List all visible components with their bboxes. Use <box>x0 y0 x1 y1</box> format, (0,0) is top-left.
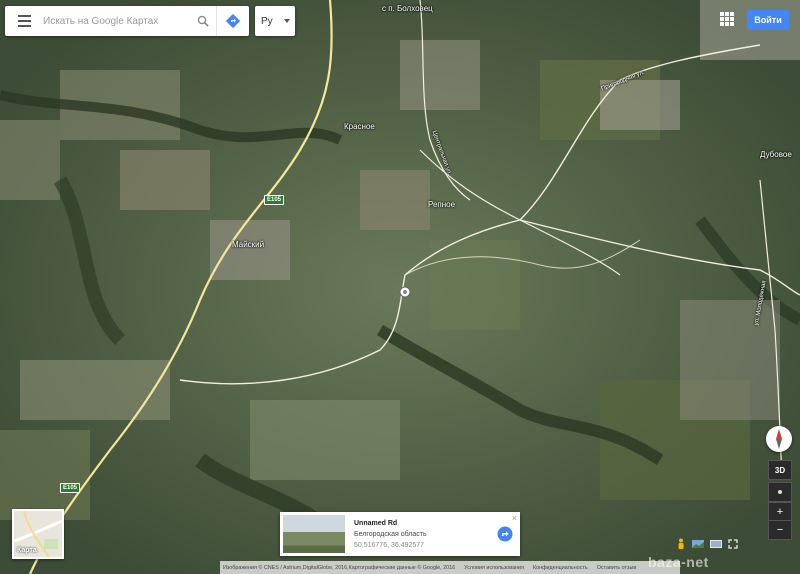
directions-icon[interactable] <box>490 519 520 549</box>
place-card: Unnamed Rd Белгородская область 50.51677… <box>280 512 520 556</box>
terms-link[interactable]: Условия использования <box>464 565 524 571</box>
menu-icon[interactable] <box>5 6 43 36</box>
expand-icon[interactable] <box>728 539 738 549</box>
watermark: baza-net <box>648 554 709 570</box>
search-input[interactable] <box>43 8 190 34</box>
imagery-icon[interactable] <box>692 540 704 548</box>
directions-icon[interactable] <box>216 6 249 36</box>
place-coordinates: 50.516776, 36.492577 <box>354 541 425 549</box>
attribution-bar: Изображения © CNES / Astrium,DigitalGlob… <box>220 561 680 574</box>
search-box <box>5 6 249 36</box>
map-type-label: Карта <box>17 547 37 554</box>
zoom-out-button[interactable]: − <box>768 520 792 540</box>
feedback-link[interactable]: Оставить отзыв <box>597 565 637 571</box>
map-label-krasnoe: Красное <box>344 122 375 131</box>
apps-grid-icon[interactable] <box>720 12 734 26</box>
pegman-icon[interactable] <box>676 538 686 550</box>
place-info: Unnamed Rd Белгородская область 50.51677… <box>354 518 490 551</box>
highway-shield-e105-bottom: E105 <box>60 483 81 493</box>
zoom-in-button[interactable]: + <box>768 502 792 522</box>
tilt-3d-button[interactable]: 3D <box>768 460 792 480</box>
imagery-attribution: Изображения © CNES / Astrium,DigitalGlob… <box>223 564 456 571</box>
place-region: Белгородская область <box>354 530 427 538</box>
map-label-mayskiy: Майский <box>232 240 265 249</box>
photos-icon[interactable] <box>710 540 722 548</box>
map-label-dubovoe: Дубовое <box>760 150 792 159</box>
close-icon[interactable]: × <box>512 513 517 523</box>
map-label-repnoe: Репное <box>428 200 456 209</box>
place-title[interactable]: Unnamed Rd <box>354 518 490 529</box>
language-select[interactable]: Ру <box>255 6 295 36</box>
my-location-icon[interactable] <box>768 482 792 502</box>
privacy-link[interactable]: Конфиденциальность <box>533 565 588 571</box>
highway-shield-e105-top: E105 <box>264 195 285 205</box>
street-view-thumbnail[interactable] <box>283 515 345 553</box>
map-extra-controls <box>676 538 738 550</box>
sign-in-button[interactable]: Войти <box>747 10 789 30</box>
map-label-bolkhovets: с п. Болховец <box>382 4 433 13</box>
search-icon[interactable] <box>190 6 216 36</box>
satellite-map[interactable] <box>0 0 800 574</box>
chevron-down-icon <box>284 19 290 23</box>
compass-icon[interactable] <box>766 426 792 452</box>
language-selected-value: Ру <box>261 15 273 27</box>
map-type-toggle[interactable]: Карта <box>12 509 64 559</box>
